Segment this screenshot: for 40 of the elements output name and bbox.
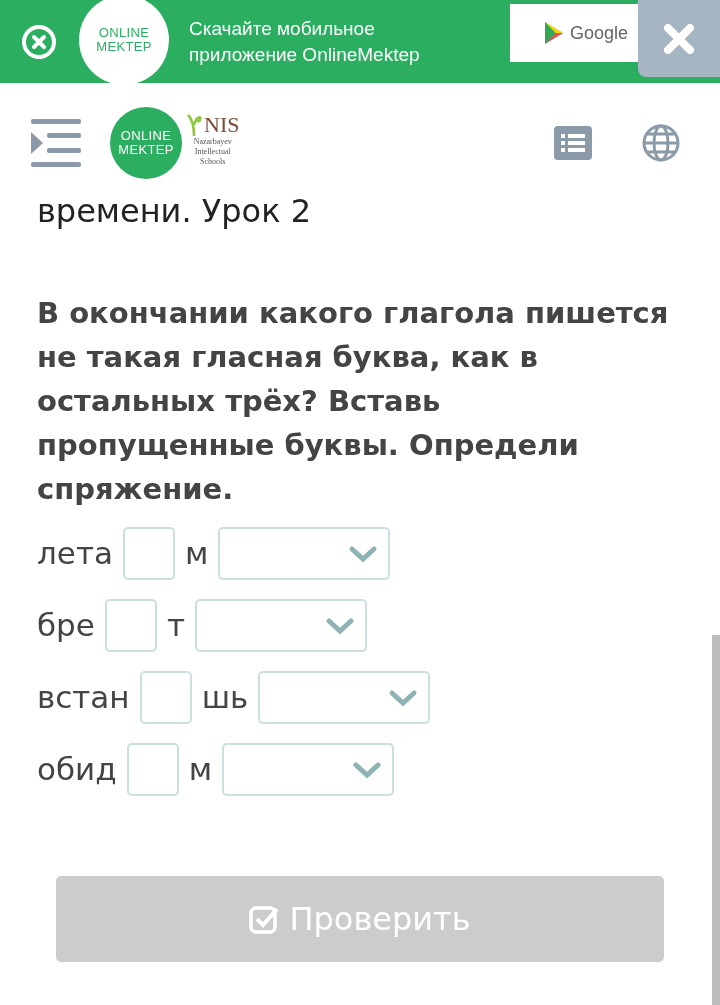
conjugation-dropdown[interactable] — [218, 527, 391, 580]
chevron-down-icon — [324, 616, 355, 635]
conjugation-dropdown[interactable] — [258, 671, 431, 724]
banner-message: Скачайте мобильное приложение OnlineMektep — [189, 16, 421, 67]
scrollbar[interactable] — [712, 635, 720, 1005]
word-stem: бре — [37, 606, 95, 646]
lesson-title: времени. Урок 2 — [37, 193, 312, 229]
close-icon[interactable] — [21, 23, 57, 60]
letter-input[interactable] — [139, 671, 192, 724]
word-ending: шь — [201, 678, 249, 718]
list-icon[interactable] — [554, 126, 592, 160]
play-icon — [544, 21, 564, 45]
letter-input[interactable] — [122, 527, 175, 580]
partner-logo-text: Intellectual — [194, 147, 231, 157]
word-stem: лета — [37, 534, 113, 574]
partner-logo-mark: NIS — [204, 113, 240, 137]
letter-input[interactable] — [126, 743, 179, 796]
sprout-icon — [186, 111, 204, 137]
logo: ONLINE MEKTEP — [79, 0, 169, 85]
partner-logo-text: Nazarbayev — [193, 137, 232, 147]
logo: ONLINE MEKTEP — [110, 107, 182, 179]
chevron-down-icon — [352, 760, 383, 779]
question-text: В окончании какого глагола пишется не такая гласная буква, как в остальных трёх? Вставь пропущенные буквы. Определи спряжение. — [37, 295, 670, 508]
close-icon — [664, 23, 694, 54]
store-button[interactable]: Google — [510, 4, 638, 62]
close-button[interactable] — [638, 0, 720, 77]
word-stem: обид — [37, 750, 117, 790]
letter-input[interactable] — [104, 599, 157, 652]
conjugation-dropdown[interactable] — [194, 599, 367, 652]
word-ending: м — [188, 750, 213, 790]
globe-icon[interactable] — [642, 124, 680, 162]
chevron-down-icon — [388, 688, 419, 707]
checkbox-icon — [249, 904, 280, 934]
chevron-down-icon — [348, 544, 379, 563]
word-stem: встан — [37, 678, 130, 718]
word-ending: м — [184, 534, 209, 574]
menu-icon[interactable] — [31, 119, 81, 167]
conjugation-dropdown[interactable] — [222, 743, 395, 796]
word-ending: т — [166, 606, 185, 646]
partner-logo-text: Schools — [200, 157, 226, 167]
